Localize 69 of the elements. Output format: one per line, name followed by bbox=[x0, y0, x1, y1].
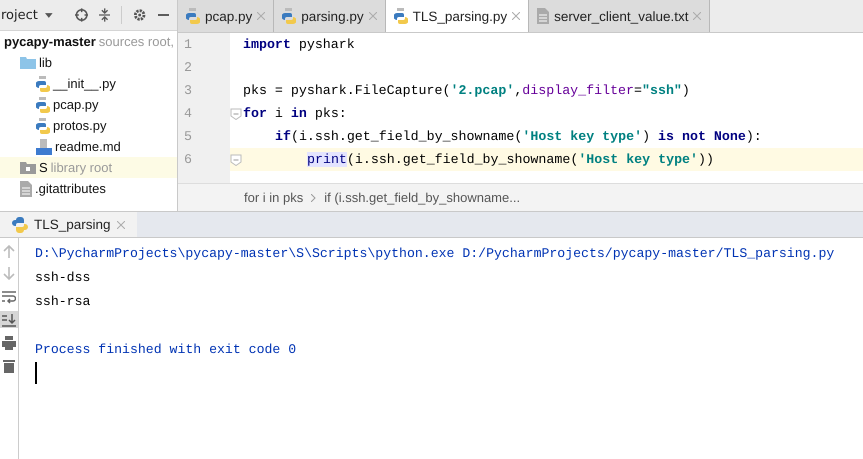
item-name: __init__.py bbox=[53, 76, 116, 91]
python-file-icon bbox=[186, 8, 200, 24]
text-file-icon bbox=[20, 180, 32, 196]
code-line: pks = pyshark.FileCapture('2.pcap',display_filter="ssh") bbox=[243, 83, 690, 98]
breadcrumb[interactable]: if (i.ssh.get_field_by_showname... bbox=[324, 190, 520, 205]
item-name: pycapy-master bbox=[4, 34, 96, 49]
item-name: .gitattributes bbox=[35, 181, 106, 196]
fold-marker-icon[interactable] bbox=[230, 154, 242, 166]
tree-item[interactable]: lib bbox=[0, 52, 177, 73]
scroll-to-end-button[interactable] bbox=[0, 311, 18, 328]
fold-marker-icon[interactable] bbox=[230, 108, 242, 120]
tree-item[interactable]: readme.md bbox=[0, 136, 177, 157]
folder-icon bbox=[20, 162, 36, 174]
editor-tab[interactable]: TLS_parsing.py bbox=[386, 0, 530, 32]
code-line: print(i.ssh.get_field_by_showname('Host key type')) bbox=[307, 152, 714, 167]
tab-label: TLS_parsing.py bbox=[412, 8, 508, 24]
panel-title[interactable]: roject bbox=[1, 8, 38, 22]
console-line: ssh-dss bbox=[35, 270, 90, 284]
tab-label: server_client_value.txt bbox=[554, 8, 688, 24]
collapse-icon[interactable] bbox=[98, 8, 110, 22]
breadcrumb[interactable]: for i in pks bbox=[244, 190, 304, 205]
python-file-icon bbox=[394, 8, 408, 24]
dropdown-caret-icon[interactable] bbox=[44, 12, 52, 18]
code-line: if(i.ssh.get_field_by_showname('Host key type') is not None): bbox=[275, 129, 762, 144]
editor-tab[interactable]: pcap.py bbox=[178, 0, 274, 32]
crosshair-icon[interactable] bbox=[74, 8, 88, 22]
run-tab[interactable]: TLS_parsing bbox=[0, 212, 137, 237]
item-name: readme.md bbox=[55, 139, 121, 154]
settings-icon[interactable] bbox=[133, 8, 147, 22]
tree-item[interactable]: pycapy-master sources root, bbox=[0, 31, 177, 52]
chevron-icon bbox=[311, 194, 316, 202]
console-line: ssh-rsa bbox=[35, 294, 90, 308]
python-file-icon bbox=[282, 8, 296, 24]
line-number: 4 bbox=[178, 102, 230, 125]
item-note: sources root, bbox=[98, 34, 174, 49]
text-cursor bbox=[35, 362, 37, 384]
tree-item[interactable]: .gitattributes bbox=[0, 178, 177, 199]
line-number: 2 bbox=[178, 56, 230, 79]
tree-item[interactable]: protos.py bbox=[0, 115, 177, 136]
folder-icon bbox=[20, 56, 36, 68]
line-number: 6 bbox=[178, 148, 230, 171]
python-file-icon bbox=[36, 76, 50, 92]
console-line: D:\PycharmProjects\pycapy-master\S\Scripts\python.exe D:/PycharmProjects/pycapy-master/TLS_parsing.py bbox=[35, 246, 834, 260]
print-button[interactable] bbox=[0, 334, 18, 351]
code-line: import pyshark bbox=[243, 37, 355, 52]
console-line: Process finished with exit code 0 bbox=[35, 342, 296, 356]
minimize-icon[interactable] bbox=[158, 14, 170, 16]
item-name: pcap.py bbox=[53, 97, 99, 112]
line-number: 5 bbox=[178, 125, 230, 148]
tree-item[interactable]: pcap.py bbox=[0, 94, 177, 115]
code-line: for i in pks: bbox=[243, 106, 347, 121]
tree-item[interactable]: __init__.py bbox=[0, 73, 177, 94]
line-number: 3 bbox=[178, 79, 230, 102]
python-icon bbox=[12, 216, 28, 232]
python-file-icon bbox=[36, 96, 50, 112]
tab-label: parsing.py bbox=[301, 8, 364, 24]
editor-tab[interactable]: parsing.py bbox=[274, 0, 386, 32]
markdown-file-icon bbox=[36, 138, 52, 154]
tab-label: pcap.py bbox=[205, 8, 252, 24]
tree-item[interactable]: S library root bbox=[0, 157, 177, 178]
item-name: lib bbox=[39, 55, 52, 70]
editor-tab[interactable]: server_client_value.txt bbox=[529, 0, 710, 32]
item-name: protos.py bbox=[53, 118, 106, 133]
text-file-icon bbox=[537, 8, 550, 24]
item-note: library root bbox=[50, 160, 112, 175]
line-number: 1 bbox=[178, 33, 230, 56]
item-name: S bbox=[39, 160, 48, 175]
python-file-icon bbox=[36, 118, 50, 134]
trash-button[interactable] bbox=[0, 357, 18, 374]
